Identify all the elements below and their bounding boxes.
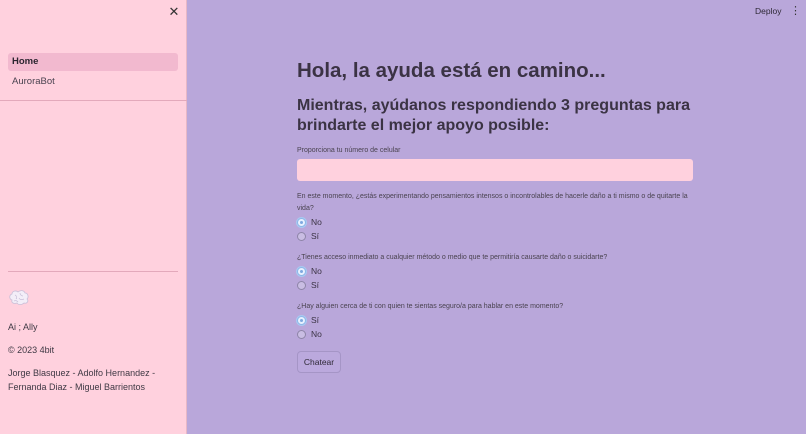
- more-vertical-icon[interactable]: ⋮: [790, 4, 801, 17]
- brain-icon: [9, 290, 29, 305]
- question-1-text: En este momento, ¿estás experimentando p…: [297, 193, 688, 212]
- radio-selected-icon[interactable]: [297, 217, 306, 227]
- option-label: Sí: [311, 231, 320, 241]
- radio-selected-icon[interactable]: [297, 266, 306, 276]
- sidebar-item-home[interactable]: Home: [8, 53, 178, 71]
- phone-input[interactable]: [297, 159, 693, 181]
- option-label: No: [311, 217, 322, 227]
- question-3-option-si[interactable]: Sí: [297, 313, 693, 327]
- radio-icon[interactable]: [297, 329, 306, 339]
- option-label: Sí: [311, 315, 320, 325]
- option-label: No: [311, 329, 322, 339]
- app-name: Ai ; Ally: [8, 322, 38, 332]
- question-2: ¿Tienes acceso inmediato a cualquier mét…: [297, 252, 693, 292]
- nav-divider: [0, 100, 187, 101]
- question-1-option-si[interactable]: Sí: [297, 229, 693, 243]
- phone-label: Proporciona tu número de celular: [297, 147, 401, 154]
- question-1-option-no[interactable]: No: [297, 215, 693, 229]
- main-content: Hola, la ayuda está en camino... Mientra…: [297, 58, 693, 373]
- question-2-option-si[interactable]: Sí: [297, 278, 693, 292]
- radio-icon[interactable]: [297, 231, 306, 241]
- sidebar-nav: Home AuroraBot: [8, 53, 178, 93]
- sidebar-divider: [8, 271, 178, 272]
- option-label: No: [311, 266, 322, 276]
- question-2-text: ¿Tienes acceso inmediato a cualquier mét…: [297, 254, 608, 261]
- chat-button[interactable]: Chatear: [297, 351, 341, 373]
- sidebar-item-aurorabot[interactable]: AuroraBot: [8, 73, 178, 91]
- question-3-text: ¿Hay alguien cerca de ti con quien te si…: [297, 303, 564, 310]
- page-title: Hola, la ayuda está en camino...: [297, 59, 606, 82]
- radio-icon[interactable]: [297, 280, 306, 290]
- close-icon[interactable]: ✕: [167, 5, 181, 19]
- deploy-button[interactable]: Deploy: [750, 4, 786, 18]
- question-2-option-no[interactable]: No: [297, 264, 693, 278]
- radio-selected-icon[interactable]: [297, 315, 306, 325]
- page-subtitle: Mientras, ayúdanos respondiendo 3 pregun…: [297, 97, 690, 134]
- question-3: ¿Hay alguien cerca de ti con quien te si…: [297, 301, 693, 341]
- sidebar: ✕ Home AuroraBot Ai ; Ally © 2023 4bit J…: [0, 0, 187, 434]
- copyright-text: © 2023 4bit: [8, 345, 55, 355]
- option-label: Sí: [311, 280, 320, 290]
- question-1: En este momento, ¿estás experimentando p…: [297, 191, 693, 243]
- question-3-option-no[interactable]: No: [297, 327, 693, 341]
- authors-text: Jorge Blasquez - Adolfo Hernandez - Fern…: [8, 368, 156, 392]
